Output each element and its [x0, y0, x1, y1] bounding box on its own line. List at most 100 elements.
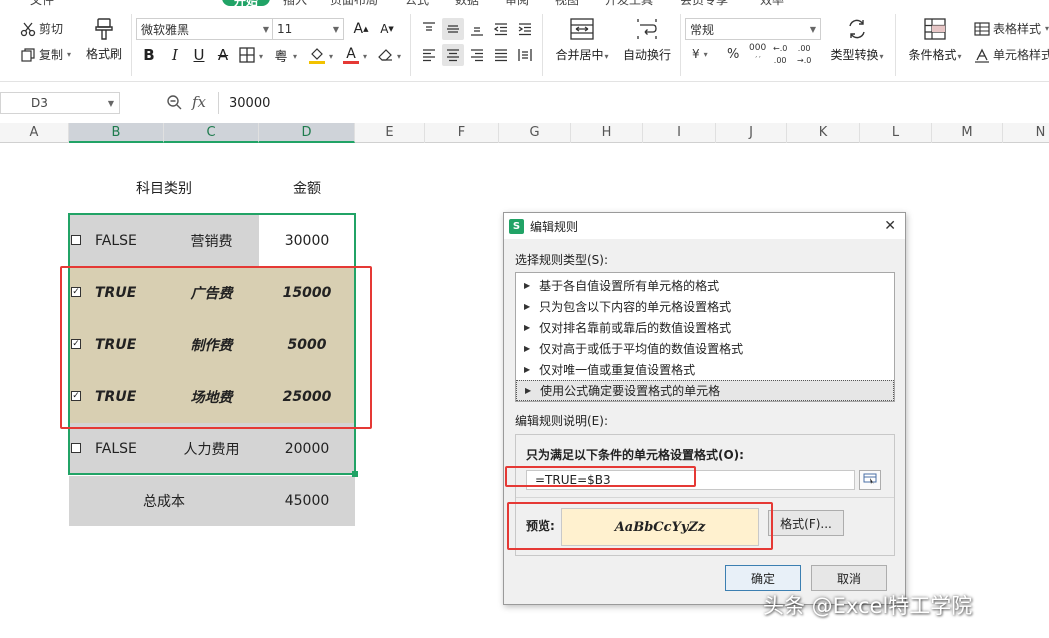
fill-color-icon[interactable]: [306, 44, 328, 66]
font-color-icon[interactable]: A: [340, 44, 362, 66]
align-left-icon[interactable]: [418, 44, 440, 66]
row-checkbox[interactable]: ✓: [71, 339, 81, 349]
rule-type-item[interactable]: ▶ 仅对唯一值或重复值设置格式: [516, 359, 894, 380]
decrease-font-icon[interactable]: A ▼: [376, 18, 398, 40]
align-center-icon[interactable]: [442, 44, 464, 66]
tab-data[interactable]: 数据: [455, 0, 479, 8]
chevron-down-icon[interactable]: ▾: [363, 52, 367, 61]
chevron-down-icon[interactable]: ▾: [293, 52, 297, 61]
rule-type-item[interactable]: ▶ 使用公式确定要设置格式的单元格: [516, 380, 894, 401]
distribute-icon[interactable]: [514, 44, 536, 66]
category-cell[interactable]: 场地费: [164, 371, 259, 423]
special-char-icon[interactable]: 粤: [270, 44, 292, 66]
column-header-g[interactable]: G: [499, 123, 571, 143]
format-button[interactable]: 格式(F)...: [768, 510, 844, 536]
category-cell[interactable]: 广告费: [164, 267, 259, 319]
thousands-separator-button[interactable]: 000 ´´: [749, 44, 766, 65]
active-cell-d3[interactable]: 30000: [259, 215, 355, 267]
category-header[interactable]: 科目类别: [69, 170, 259, 206]
tab-view[interactable]: 视图: [555, 0, 579, 8]
tab-page-layout[interactable]: 页面布局: [330, 0, 378, 8]
tab-efficiency[interactable]: 效率: [760, 0, 784, 8]
justify-icon[interactable]: [490, 44, 512, 66]
flag-cell[interactable]: TRUE: [69, 319, 164, 371]
total-label[interactable]: 总成本: [69, 476, 259, 526]
increase-decimal-icon[interactable]: ←.0.00: [773, 44, 787, 65]
total-value[interactable]: 45000: [259, 476, 355, 526]
table-style-button[interactable]: 表格样式 ▾: [974, 20, 1049, 37]
fx-icon[interactable]: fx: [192, 93, 206, 111]
amount-cell[interactable]: 20000: [259, 423, 355, 475]
italic-button[interactable]: I: [164, 44, 186, 66]
column-header-f[interactable]: F: [425, 123, 499, 143]
rule-type-item[interactable]: ▶ 只为包含以下内容的单元格设置格式: [516, 296, 894, 317]
row-checkbox[interactable]: ✓: [71, 287, 81, 297]
dialog-titlebar[interactable]: S 编辑规则 ✕: [504, 213, 905, 239]
merge-center-button[interactable]: 合并居中▾: [549, 18, 615, 68]
name-box[interactable]: D3 ▼: [0, 92, 120, 114]
tab-developer[interactable]: 开发工具: [605, 0, 653, 8]
column-header-m[interactable]: M: [932, 123, 1003, 143]
cancel-button[interactable]: 取消: [811, 565, 887, 591]
align-middle-icon[interactable]: [442, 18, 464, 40]
column-header-j[interactable]: J: [716, 123, 787, 143]
column-header-e[interactable]: E: [355, 123, 425, 143]
column-header-n[interactable]: N: [1003, 123, 1049, 143]
align-top-icon[interactable]: [418, 18, 440, 40]
zoom-icon[interactable]: [166, 94, 182, 113]
strikethrough-button[interactable]: A: [212, 44, 234, 66]
currency-button[interactable]: ¥ ▾: [692, 47, 708, 61]
amount-cell[interactable]: 25000: [259, 371, 355, 423]
align-bottom-icon[interactable]: [466, 18, 488, 40]
formula-input[interactable]: =TRUE=$B3: [526, 470, 855, 490]
column-header-b[interactable]: B: [69, 123, 164, 143]
amount-cell[interactable]: 5000: [259, 319, 355, 371]
rule-type-list[interactable]: ▶ 基于各自值设置所有单元格的格式 ▶ 只为包含以下内容的单元格设置格式 ▶ 仅对排名靠前…: [515, 272, 895, 402]
copy-button[interactable]: 复制 ▾: [20, 46, 71, 63]
range-select-button[interactable]: [859, 470, 881, 490]
tab-home[interactable]: 开始: [222, 0, 271, 8]
column-header-a[interactable]: A: [0, 123, 69, 143]
font-name-select[interactable]: 微软雅黑 ▼: [136, 18, 274, 40]
column-header-l[interactable]: L: [860, 123, 932, 143]
font-size-select[interactable]: 11 ▼: [272, 18, 344, 40]
chevron-down-icon[interactable]: ▾: [397, 52, 401, 61]
increase-font-icon[interactable]: A ▲: [350, 18, 372, 40]
row-checkbox[interactable]: [71, 235, 81, 245]
decrease-indent-icon[interactable]: [490, 18, 512, 40]
amount-cell[interactable]: 15000: [259, 267, 355, 319]
tab-review[interactable]: 审阅: [505, 0, 529, 8]
row-checkbox[interactable]: ✓: [71, 391, 81, 401]
borders-icon[interactable]: [236, 44, 258, 66]
increase-indent-icon[interactable]: [514, 18, 536, 40]
column-header-k[interactable]: K: [787, 123, 860, 143]
underline-button[interactable]: U: [188, 44, 210, 66]
category-cell[interactable]: 营销费: [164, 215, 259, 267]
fill-handle[interactable]: [352, 471, 358, 477]
chevron-down-icon[interactable]: ▾: [329, 52, 333, 61]
wrap-text-button[interactable]: 自动换行: [618, 18, 676, 68]
flag-cell[interactable]: TRUE: [69, 371, 164, 423]
ok-button[interactable]: 确定: [725, 565, 801, 591]
flag-cell[interactable]: FALSE: [69, 423, 164, 475]
format-painter-button[interactable]: 格式刷: [84, 17, 124, 69]
column-header-c[interactable]: C: [164, 123, 259, 143]
close-icon[interactable]: ✕: [884, 218, 896, 234]
align-right-icon[interactable]: [466, 44, 488, 66]
tab-formulas[interactable]: 公式: [405, 0, 429, 8]
tab-member[interactable]: 会员专享: [680, 0, 728, 8]
row-checkbox[interactable]: [71, 443, 81, 453]
tab-insert[interactable]: 插入: [283, 0, 307, 8]
rule-type-item[interactable]: ▶ 仅对排名靠前或靠后的数值设置格式: [516, 317, 894, 338]
column-header-i[interactable]: I: [643, 123, 716, 143]
category-cell[interactable]: 人力费用: [164, 423, 259, 475]
bold-button[interactable]: B: [138, 44, 160, 66]
cut-button[interactable]: 剪切: [20, 20, 63, 37]
percent-button[interactable]: %: [727, 47, 739, 62]
rule-type-item[interactable]: ▶ 仅对高于或低于平均值的数值设置格式: [516, 338, 894, 359]
number-format-select[interactable]: 常规 ▼: [685, 18, 821, 40]
conditional-format-button[interactable]: 条件格式▾: [902, 18, 968, 68]
flag-cell[interactable]: TRUE: [69, 267, 164, 319]
decrease-decimal-icon[interactable]: .00 →.0: [797, 44, 811, 65]
tab-file[interactable]: 文件: [30, 0, 54, 8]
